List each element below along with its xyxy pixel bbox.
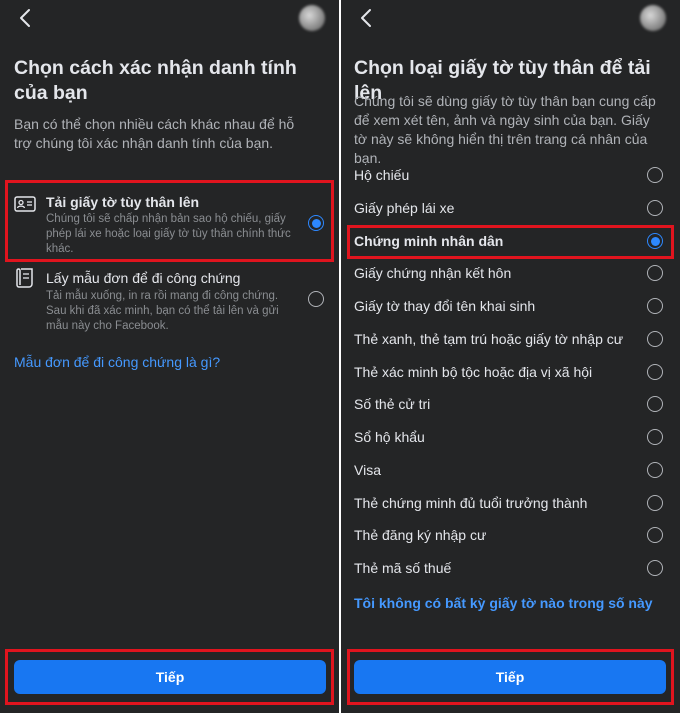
document-option-radio[interactable] <box>647 495 663 511</box>
page-description: Bạn có thể chọn nhiều cách khác nhau để … <box>14 116 295 151</box>
document-option[interactable]: Giấy chứng nhận kết hôn <box>341 259 680 289</box>
document-option-label: Thẻ chứng minh đủ tuổi trưởng thành <box>354 495 588 511</box>
document-option[interactable]: Thẻ xác minh bộ tộc hoặc địa vị xã hội <box>341 358 680 388</box>
document-option-label: Visa <box>354 462 381 478</box>
highlight-box-button <box>347 649 674 705</box>
document-icon <box>16 268 33 288</box>
document-option-label: Giấy chứng nhận kết hôn <box>354 265 512 281</box>
document-option-radio[interactable] <box>647 331 663 347</box>
highlight-box-selected-document <box>347 225 674 259</box>
document-option-label: Hộ chiếu <box>354 167 410 183</box>
document-option[interactable]: Số thẻ cử tri <box>341 390 680 420</box>
document-option[interactable]: Giấy phép lái xe <box>341 194 680 224</box>
document-option[interactable]: Thẻ đăng ký nhập cư <box>341 521 680 551</box>
document-option-label: Số thẻ cử tri <box>354 396 431 412</box>
no-document-link[interactable]: Tôi không có bất kỳ giấy tờ nào trong số… <box>354 595 653 611</box>
document-option-label: Thẻ xanh, thẻ tạm trú hoặc giấy tờ nhập … <box>354 331 624 347</box>
avatar[interactable] <box>299 5 325 31</box>
document-option-radio[interactable] <box>647 527 663 543</box>
document-option-radio[interactable] <box>647 560 663 576</box>
highlight-box-option <box>5 180 334 262</box>
avatar[interactable] <box>640 5 666 31</box>
document-option-label: Thẻ mã số thuế <box>354 560 452 576</box>
document-option-radio[interactable] <box>647 462 663 478</box>
document-option[interactable]: Thẻ xanh, thẻ tạm trú hoặc giấy tờ nhập … <box>341 325 680 355</box>
document-option-radio[interactable] <box>647 396 663 412</box>
option-notary-form-subtitle: Tải mẫu xuống, in ra rồi mang đi công ch… <box>46 290 279 332</box>
option-notary-form[interactable]: Lấy mẫu đơn để đi công chứng Tải mẫu xuố… <box>0 262 339 338</box>
identity-method-screen: Chọn cách xác nhận danh tính của bạn Bạn… <box>0 0 339 713</box>
document-option-label: Thẻ xác minh bộ tộc hoặc địa vị xã hội <box>354 364 593 380</box>
page-description: Chúng tôi sẽ dùng giấy tờ tùy thân bạn c… <box>354 93 656 166</box>
document-option-radio[interactable] <box>647 200 663 216</box>
document-option-radio[interactable] <box>647 265 663 281</box>
document-option-label: Giấy phép lái xe <box>354 200 455 216</box>
document-option[interactable]: Thẻ mã số thuế <box>341 554 680 584</box>
page-title: Chọn cách xác nhận danh tính của bạn <box>14 57 297 104</box>
document-option[interactable]: Hộ chiếu <box>341 161 680 191</box>
document-option[interactable]: Visa <box>341 456 680 486</box>
document-option-radio[interactable] <box>647 298 663 314</box>
document-option-label: Giấy tờ thay đổi tên khai sinh <box>354 298 536 314</box>
back-arrow-icon[interactable] <box>357 8 377 28</box>
document-option-radio[interactable] <box>647 364 663 380</box>
notary-help-link[interactable]: Mẫu đơn để đi công chứng là gì? <box>14 354 220 370</box>
option-notary-form-title: Lấy mẫu đơn để đi công chứng <box>46 270 241 286</box>
document-option[interactable]: Giấy tờ thay đổi tên khai sinh <box>341 292 680 322</box>
document-option-label: Thẻ đăng ký nhập cư <box>354 527 487 543</box>
document-option-label: Sổ hộ khẩu <box>354 429 425 445</box>
option-notary-form-radio[interactable] <box>308 291 324 307</box>
document-option-radio[interactable] <box>647 167 663 183</box>
document-type-screen: Chọn loại giấy tờ tùy thân để tải lên Ch… <box>341 0 680 713</box>
highlight-box-button <box>5 649 334 705</box>
back-arrow-icon[interactable] <box>16 8 36 28</box>
document-option[interactable]: Thẻ chứng minh đủ tuổi trưởng thành <box>341 489 680 519</box>
document-option-radio[interactable] <box>647 429 663 445</box>
document-option[interactable]: Sổ hộ khẩu <box>341 423 680 453</box>
